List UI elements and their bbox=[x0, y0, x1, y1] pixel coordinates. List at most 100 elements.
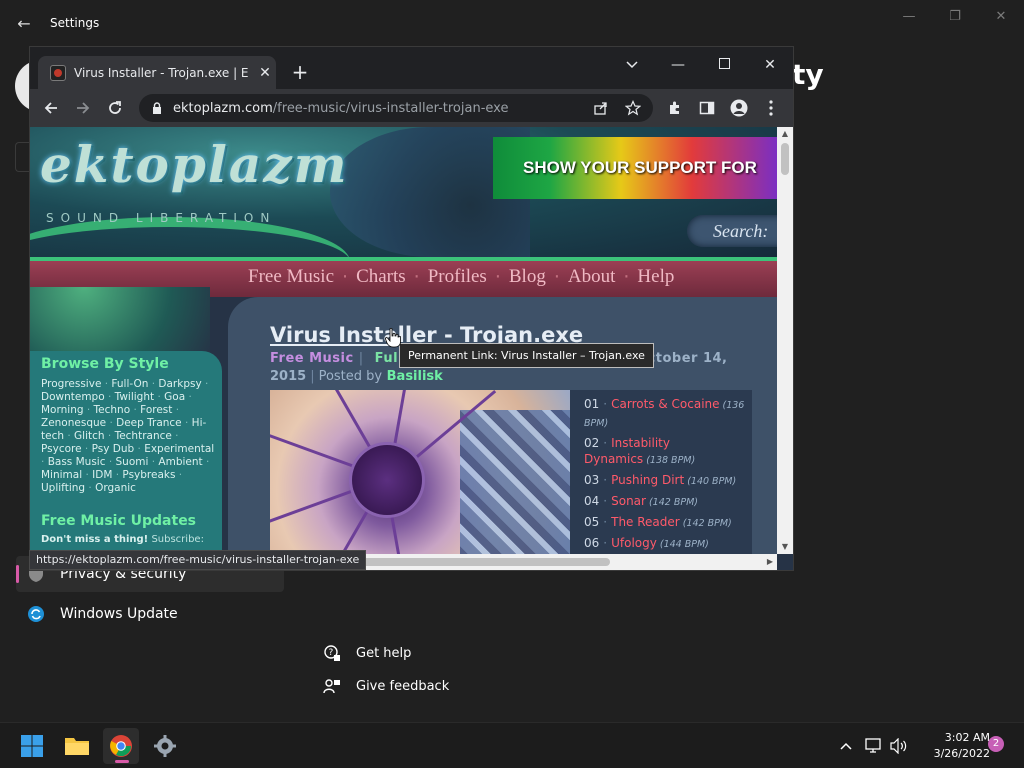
style-tag-link[interactable]: Psycore bbox=[41, 443, 82, 455]
tab-active[interactable]: Virus Installer - Trojan.exe | Ektoplazm… bbox=[38, 56, 276, 90]
style-tag-link[interactable]: Psybreaks bbox=[122, 469, 175, 481]
tab-search-chevron-icon[interactable] bbox=[612, 53, 652, 77]
style-tag-link[interactable]: Organic bbox=[95, 482, 136, 494]
track-dash: · bbox=[603, 436, 608, 450]
nav-blog[interactable]: Blog bbox=[509, 266, 546, 288]
style-tag-link[interactable]: Downtempo bbox=[41, 391, 105, 403]
vertical-scrollbar[interactable]: ▲ ▼ bbox=[777, 127, 793, 554]
style-tag-separator: · bbox=[85, 482, 96, 494]
site-search[interactable]: Search: bbox=[687, 215, 777, 247]
style-tag-separator: · bbox=[148, 456, 159, 468]
extensions-puzzle-icon[interactable] bbox=[664, 97, 686, 119]
close-button[interactable]: ✕ bbox=[750, 53, 790, 77]
restore-button[interactable]: ❐ bbox=[940, 8, 970, 26]
style-tag-link[interactable]: Darkpsy bbox=[158, 378, 201, 390]
album-cover-image[interactable] bbox=[270, 390, 570, 570]
minimize-button[interactable]: — bbox=[894, 8, 924, 26]
style-tag-link[interactable]: Morning bbox=[41, 404, 84, 416]
track-number: 01 bbox=[584, 397, 600, 411]
track-number: 05 bbox=[584, 515, 600, 529]
nav-free-music[interactable]: Free Music bbox=[248, 266, 334, 288]
style-tag-link[interactable]: Experimental bbox=[144, 443, 214, 455]
site-logo[interactable]: ektoplazm bbox=[40, 135, 349, 194]
clock-date: 3/26/2022 bbox=[933, 747, 990, 760]
nav-profiles[interactable]: Profiles bbox=[428, 266, 487, 288]
reload-icon[interactable] bbox=[104, 97, 126, 119]
track-dash: · bbox=[603, 515, 608, 529]
browse-heading: Browse By Style bbox=[41, 356, 169, 372]
style-tag-link[interactable]: Twilight bbox=[115, 391, 154, 403]
post-meta-line-2: 2015 | Posted by Basilisk bbox=[270, 369, 443, 384]
network-icon[interactable] bbox=[864, 736, 884, 756]
updates-subscribe[interactable]: Subscribe: bbox=[151, 534, 204, 545]
tab-close-icon[interactable]: ✕ bbox=[257, 65, 273, 81]
track-name-link[interactable]: Carrots & Cocaine bbox=[611, 397, 719, 411]
nav-help[interactable]: Help bbox=[637, 266, 674, 288]
style-tag-link[interactable]: Deep Trance bbox=[116, 417, 182, 429]
style-tag-separator: · bbox=[82, 469, 93, 481]
style-tag-link[interactable]: Zenonesque bbox=[41, 417, 106, 429]
style-tag-link[interactable]: Full-On bbox=[111, 378, 148, 390]
style-tag-link[interactable]: Minimal bbox=[41, 469, 82, 481]
new-tab-button[interactable]: + bbox=[290, 62, 310, 83]
scroll-down-arrow-icon[interactable]: ▼ bbox=[777, 540, 793, 554]
style-tag-link[interactable]: Techtrance bbox=[115, 430, 172, 442]
style-tag-link[interactable]: Forest bbox=[140, 404, 172, 416]
style-tag-link[interactable]: Glitch bbox=[74, 430, 105, 442]
style-tag-link[interactable]: Ambient bbox=[158, 456, 202, 468]
scroll-right-arrow-icon[interactable]: ▶ bbox=[763, 554, 777, 570]
style-tag-separator: · bbox=[81, 443, 92, 455]
style-tag-link[interactable]: Bass Music bbox=[48, 456, 106, 468]
give-feedback-link[interactable]: Give feedback bbox=[322, 676, 449, 696]
style-tag-separator: · bbox=[171, 430, 179, 442]
system-clock[interactable]: 3:02 AM 3/26/2022 bbox=[906, 730, 990, 762]
style-tag-link[interactable]: Suomi bbox=[116, 456, 149, 468]
lock-icon[interactable] bbox=[151, 101, 163, 115]
track-name-link[interactable]: Sonar bbox=[611, 494, 646, 508]
sidebar-item-windows-update[interactable]: Windows Update bbox=[16, 596, 284, 632]
style-tag-link[interactable]: Progressive bbox=[41, 378, 101, 390]
forward-icon[interactable] bbox=[72, 97, 94, 119]
share-icon[interactable] bbox=[591, 98, 611, 118]
chrome-taskbar-button[interactable] bbox=[103, 728, 139, 764]
profile-icon[interactable] bbox=[728, 97, 750, 119]
file-explorer-button[interactable] bbox=[59, 728, 95, 764]
support-banner[interactable]: SHOW YOUR SUPPORT FOR bbox=[493, 137, 777, 199]
style-tag-separator: · bbox=[130, 404, 141, 416]
address-bar[interactable]: ektoplazm.com/free-music/virus-installer… bbox=[139, 94, 653, 122]
get-help-link[interactable]: ? Get help bbox=[322, 643, 411, 663]
side-panel-icon[interactable] bbox=[696, 97, 718, 119]
start-button[interactable] bbox=[14, 728, 50, 764]
post-author[interactable]: Basilisk bbox=[387, 369, 443, 384]
maximize-button[interactable] bbox=[704, 53, 744, 77]
track-name-link[interactable]: The Reader bbox=[611, 515, 680, 529]
close-button[interactable]: ✕ bbox=[986, 8, 1016, 26]
get-help-label: Get help bbox=[356, 645, 412, 661]
back-icon[interactable] bbox=[40, 97, 62, 119]
back-arrow-icon[interactable]: ← bbox=[14, 14, 34, 34]
chevron-up-icon[interactable] bbox=[836, 736, 856, 756]
minimize-button[interactable]: — bbox=[658, 53, 698, 77]
tab-title: Virus Installer - Trojan.exe | Ektoplazm bbox=[74, 66, 249, 80]
notification-badge[interactable]: 2 bbox=[988, 736, 1004, 752]
style-tag-link[interactable]: IDM bbox=[92, 469, 112, 481]
nav-separator: · bbox=[342, 266, 349, 288]
kebab-menu-icon[interactable] bbox=[760, 97, 782, 119]
track-number: 04 bbox=[584, 494, 600, 508]
url-path: /free-music/virus-installer-trojan-exe bbox=[272, 100, 509, 116]
style-tag-link[interactable]: Goa bbox=[164, 391, 185, 403]
nav-charts[interactable]: Charts bbox=[356, 266, 406, 288]
vertical-scroll-thumb[interactable] bbox=[781, 143, 789, 175]
updates-heading: Free Music Updates bbox=[41, 513, 197, 529]
nav-about[interactable]: About bbox=[568, 266, 616, 288]
settings-taskbar-button[interactable] bbox=[147, 728, 183, 764]
track-name-link[interactable]: Pushing Dirt bbox=[611, 473, 684, 487]
style-tag-link[interactable]: Techno bbox=[94, 404, 131, 416]
scroll-up-arrow-icon[interactable]: ▲ bbox=[777, 127, 793, 141]
style-tag-link[interactable]: Uplifting bbox=[41, 482, 85, 494]
bookmark-star-icon[interactable] bbox=[623, 98, 643, 118]
style-tag-link[interactable]: Psy Dub bbox=[92, 443, 135, 455]
give-feedback-label: Give feedback bbox=[356, 678, 450, 694]
post-category[interactable]: Free Music bbox=[270, 351, 354, 366]
track-name-link[interactable]: Ufology bbox=[611, 536, 657, 550]
